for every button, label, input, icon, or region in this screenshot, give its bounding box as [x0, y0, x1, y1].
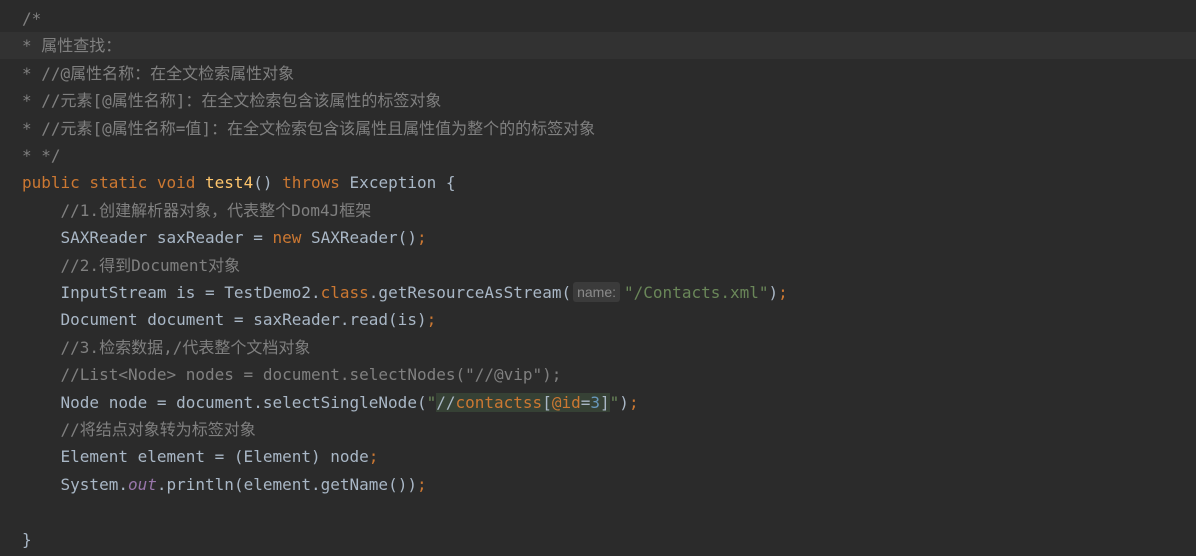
- code-token: //1.创建解析器对象，代表整个Dom4J框架: [22, 200, 372, 220]
- code-token: ": [609, 392, 620, 412]
- code-token: * //元素[@属性名称=值]：在全文检索包含该属性且属性值为整个的的标签对象: [22, 118, 596, 138]
- code-token: new: [272, 228, 311, 248]
- code-line[interactable]: * 属性查找：: [0, 32, 1196, 60]
- code-token: * */: [22, 146, 61, 165]
- code-line[interactable]: * //元素[@属性名称]：在全文检索包含该属性的标签对象: [0, 87, 1196, 114]
- code-token: Exception {: [349, 173, 456, 193]
- code-token: //2.得到Document对象: [22, 255, 241, 275]
- code-token: ;: [416, 228, 427, 248]
- code-line[interactable]: [0, 498, 1196, 525]
- code-token: //3.检索数据,/代表整个文档对象: [22, 337, 311, 357]
- code-token: * 属性查找：: [22, 36, 122, 56]
- code-line[interactable]: Document document = saxReader.read(is);: [0, 306, 1196, 333]
- code-token: 3: [590, 392, 601, 412]
- code-token: /*: [22, 9, 42, 28]
- code-token: * //@属性名称：在全文检索属性对象: [22, 63, 295, 83]
- code-token: [: [542, 392, 552, 412]
- code-line[interactable]: Element element = (Element) node;: [0, 443, 1196, 470]
- code-line[interactable]: public static void test4() throws Except…: [0, 169, 1196, 196]
- code-token: class: [320, 283, 369, 302]
- code-line[interactable]: //List<Node> nodes = document.selectNode…: [0, 361, 1196, 388]
- code-line[interactable]: SAXReader saxReader = new SAXReader();: [0, 224, 1196, 251]
- code-line[interactable]: System.out.println(element.getName());: [0, 471, 1196, 498]
- parameter-hint: name:: [573, 282, 621, 302]
- code-editor[interactable]: /* * 属性查找： * //@属性名称：在全文检索属性对象 * //元素[@属性名称…: [0, 0, 1196, 556]
- code-token: Document document = saxReader.read(is): [22, 310, 427, 330]
- code-line[interactable]: * //元素[@属性名称=值]：在全文检索包含该属性且属性值为整个的的标签对象: [0, 115, 1196, 142]
- code-token: InputStream is = TestDemo2.: [22, 283, 321, 302]
- code-token: SAXReader saxReader =: [22, 228, 273, 248]
- code-token: //: [436, 392, 456, 412]
- code-token: .getResourceAsStream(: [368, 283, 572, 302]
- code-token: Element element = (Element) node: [22, 447, 369, 467]
- code-token: ;: [416, 474, 427, 494]
- code-line[interactable]: //3.检索数据,/代表整个文档对象: [0, 334, 1196, 361]
- code-token: //将结点对象转为标签对象: [22, 420, 256, 439]
- code-token: ]: [600, 392, 610, 412]
- code-token: (): [253, 173, 283, 193]
- code-token: "/Contacts.xml": [624, 283, 769, 302]
- code-token: SAXReader(): [310, 228, 417, 248]
- code-token: ;: [426, 310, 437, 330]
- code-line[interactable]: //将结点对象转为标签对象: [0, 416, 1196, 443]
- code-token: ;: [778, 283, 788, 302]
- code-token: =: [580, 392, 591, 412]
- code-line[interactable]: InputStream is = TestDemo2.class.getReso…: [0, 279, 1196, 306]
- code-token: public static void: [22, 173, 206, 193]
- code-line[interactable]: * */: [0, 142, 1196, 169]
- code-token: throws: [282, 173, 350, 193]
- code-token: out: [127, 474, 157, 494]
- code-token: //List<Node> nodes = document.selectNode…: [22, 365, 562, 385]
- code-line[interactable]: }: [0, 526, 1196, 553]
- code-token: ): [768, 283, 779, 302]
- code-token: ": [426, 392, 437, 412]
- code-token: System.: [22, 474, 128, 494]
- code-token: @id: [551, 392, 581, 412]
- code-token: ;: [368, 447, 379, 467]
- code-token: ;: [628, 392, 639, 412]
- code-line[interactable]: * //@属性名称：在全文检索属性对象: [0, 60, 1196, 87]
- code-token: test4: [205, 173, 254, 193]
- code-token: contactss: [455, 392, 543, 412]
- code-token: Node node = document.selectSingleNode(: [22, 392, 427, 412]
- code-token: ): [619, 392, 629, 412]
- code-token: .println(element.getName()): [156, 474, 417, 494]
- code-line[interactable]: //2.得到Document对象: [0, 252, 1196, 279]
- code-line[interactable]: Node node = document.selectSingleNode("/…: [0, 389, 1196, 416]
- code-token: }: [22, 529, 32, 549]
- code-token: * //元素[@属性名称]：在全文检索包含该属性的标签对象: [22, 91, 442, 111]
- code-line[interactable]: //1.创建解析器对象，代表整个Dom4J框架: [0, 197, 1196, 224]
- code-line[interactable]: /*: [0, 5, 1196, 32]
